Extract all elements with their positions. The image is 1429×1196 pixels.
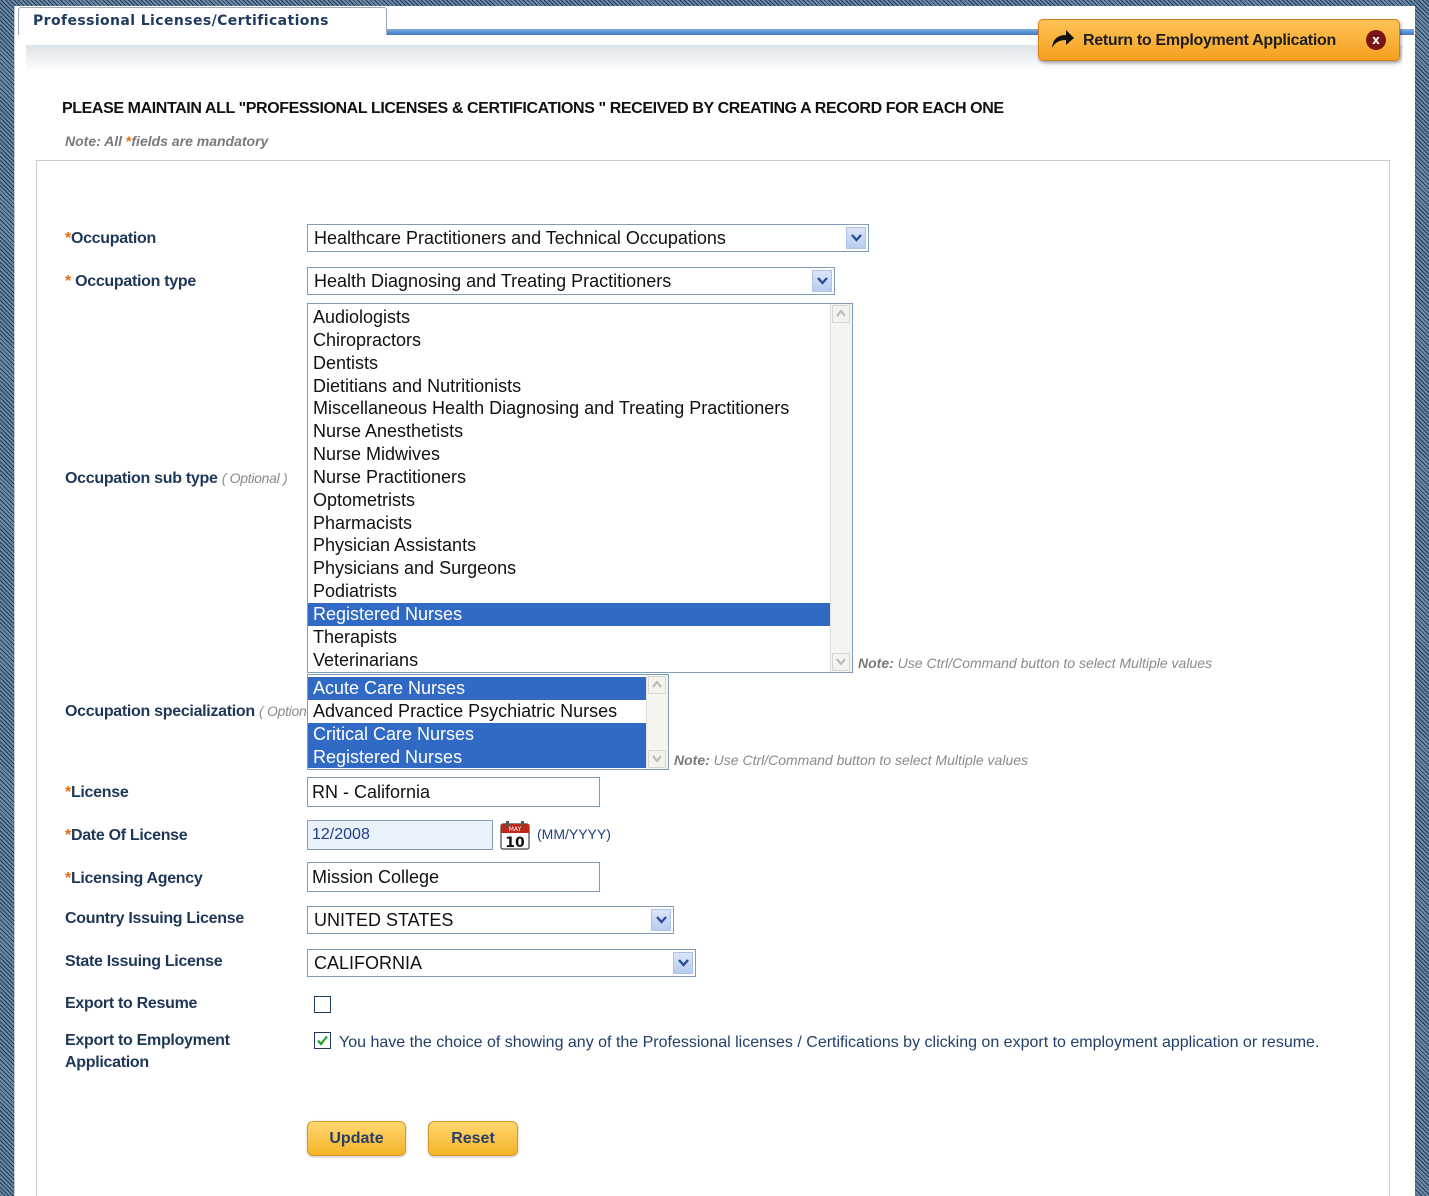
occupation-select[interactable]: Healthcare Practitioners and Technical O…	[307, 224, 869, 252]
occupation-specialization-list[interactable]: Acute Care Nurses Advanced Practice Psych…	[307, 674, 669, 770]
occupation-type-label: * Occupation type	[65, 273, 196, 290]
scroll-up-icon[interactable]	[832, 305, 850, 323]
svg-text:10: 10	[505, 835, 525, 850]
list-option[interactable]: Acute Care Nurses	[308, 677, 646, 700]
list-option[interactable]: Registered Nurses	[308, 745, 646, 769]
multi-select-note: Note: Use Ctrl/Command button to select …	[858, 655, 1213, 671]
reset-button[interactable]: Reset	[428, 1121, 518, 1156]
chevron-down-icon[interactable]	[673, 952, 693, 974]
list-option[interactable]: Optometrists	[308, 489, 830, 512]
list-option[interactable]: Audiologists	[308, 306, 830, 329]
occupation-type-select[interactable]: Health Diagnosing and Treating Practitio…	[307, 267, 835, 295]
svg-text:MAY: MAY	[509, 826, 522, 833]
page-heading: PLEASE MAINTAIN ALL "PROFESSIONAL LICENS…	[62, 100, 1004, 117]
scrollbar[interactable]	[830, 304, 852, 672]
list-option[interactable]: Nurse Anesthetists	[308, 420, 830, 443]
return-button-label: Return to Employment Application	[1083, 32, 1336, 49]
tab-professional-licenses[interactable]: Professional Licenses/Certifications	[18, 7, 387, 35]
date-of-license-input[interactable]: 12/2008	[307, 820, 493, 850]
list-option[interactable]: Nurse Midwives	[308, 443, 830, 466]
list-option[interactable]: Physician Assistants	[308, 534, 830, 557]
state-label: State Issuing License	[65, 953, 223, 970]
export-choice-text: You have the choice of showing any of th…	[339, 1034, 1320, 1051]
return-to-employment-application-button[interactable]: Return to Employment Application x	[1038, 19, 1400, 61]
list-option[interactable]: Registered Nurses	[308, 602, 830, 626]
export-resume-checkbox[interactable]	[314, 996, 331, 1013]
multi-select-note: Note: Use Ctrl/Command button to select …	[674, 752, 1029, 768]
list-option[interactable]: Physicians and Surgeons	[308, 557, 830, 580]
occupation-sub-type-list[interactable]: Audiologists Chiropractors Dentists Dietiti…	[307, 303, 853, 673]
export-employment-label: Export to Employment Application	[65, 1032, 230, 1071]
list-option[interactable]: Therapists	[308, 626, 830, 649]
list-option[interactable]: Critical Care Nurses	[308, 722, 646, 746]
chevron-down-icon[interactable]	[651, 909, 671, 931]
calendar-icon[interactable]: MAY 10	[500, 820, 530, 850]
license-label: *License	[65, 784, 129, 801]
close-icon[interactable]: x	[1366, 30, 1386, 50]
list-option[interactable]: Veterinarians	[308, 649, 830, 672]
scrollbar[interactable]	[646, 675, 668, 769]
list-option[interactable]: Dentists	[308, 352, 830, 375]
list-option[interactable]: Pharmacists	[308, 512, 830, 535]
licensing-agency-label: *Licensing Agency	[65, 870, 203, 887]
scroll-up-icon[interactable]	[648, 676, 666, 694]
country-select[interactable]: UNITED STATES	[307, 906, 674, 934]
scroll-down-icon[interactable]	[648, 750, 666, 768]
list-option[interactable]: Chiropractors	[308, 329, 830, 352]
date-of-license-label: *Date Of License	[65, 827, 188, 844]
date-format-hint: (MM/YYYY)	[537, 826, 611, 842]
scroll-down-icon[interactable]	[832, 653, 850, 671]
list-option[interactable]: Miscellaneous Health Diagnosing and Trea…	[308, 397, 830, 420]
occupation-label: *Occupation	[65, 230, 156, 247]
list-option[interactable]: Podiatrists	[308, 580, 830, 603]
return-arrow-icon	[1052, 30, 1074, 48]
country-label: Country Issuing License	[65, 910, 244, 927]
list-option[interactable]: Dietitians and Nutritionists	[308, 375, 830, 398]
licensing-agency-input[interactable]: Mission College	[307, 862, 600, 892]
chevron-down-icon[interactable]	[812, 270, 832, 292]
occupation-specialization-label: Occupation specialization ( Optional )	[65, 703, 325, 720]
license-input[interactable]: RN - California	[307, 777, 600, 807]
export-resume-label: Export to Resume	[65, 995, 198, 1012]
list-option[interactable]: Advanced Practice Psychiatric Nurses	[308, 700, 646, 723]
update-button[interactable]: Update	[307, 1121, 406, 1156]
state-select[interactable]: CALIFORNIA	[307, 949, 696, 977]
chevron-down-icon[interactable]	[846, 227, 866, 249]
occupation-sub-type-label: Occupation sub type ( Optional )	[65, 470, 288, 487]
mandatory-note: Note: All *fields are mandatory	[65, 133, 269, 149]
list-option[interactable]: Nurse Practitioners	[308, 466, 830, 489]
